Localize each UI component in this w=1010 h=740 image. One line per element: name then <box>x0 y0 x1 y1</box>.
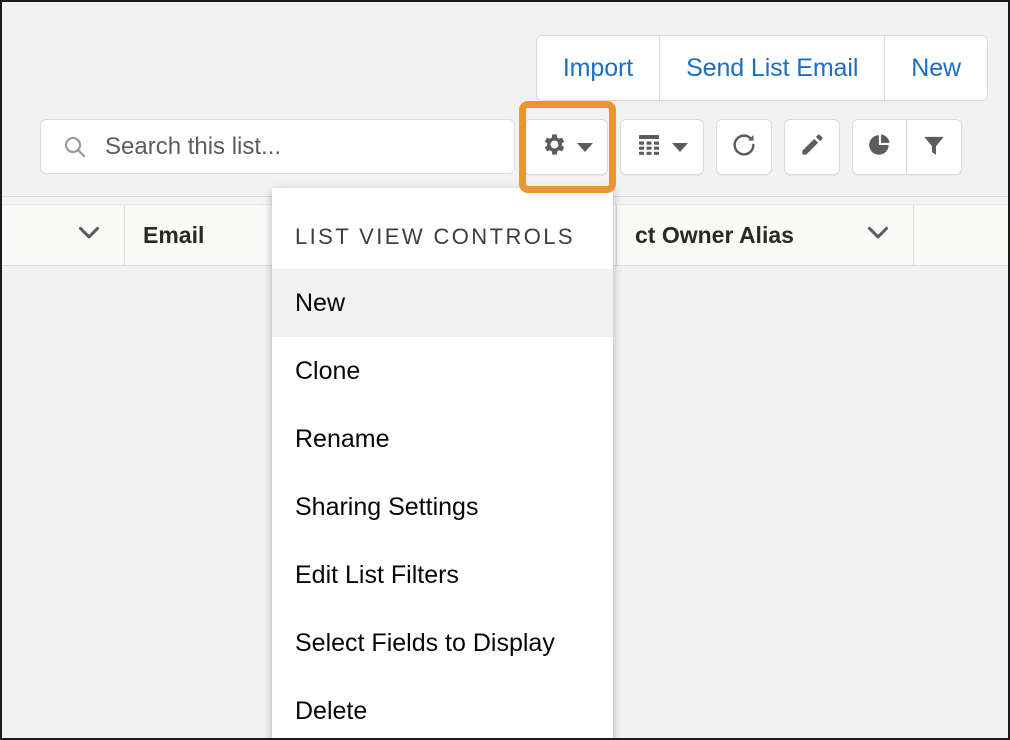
pencil-icon <box>799 131 826 163</box>
menu-item-edit-list-filters[interactable]: Edit List Filters <box>272 541 613 609</box>
menu-item-label: Select Fields to Display <box>295 628 555 657</box>
menu-item-clone[interactable]: Clone <box>272 337 613 405</box>
new-record-button[interactable]: New <box>885 36 987 100</box>
list-view-header: Import Send List Email New Search this l… <box>2 2 1008 196</box>
send-list-email-button[interactable]: Send List Email <box>660 36 886 100</box>
search-icon <box>63 135 87 159</box>
search-input[interactable]: Search this list... <box>40 119 515 174</box>
chart-filter-group <box>852 119 962 175</box>
chevron-down-icon <box>576 142 593 152</box>
menu-item-label: Edit List Filters <box>295 560 459 589</box>
charts-button[interactable] <box>853 120 907 174</box>
gear-icon <box>540 131 567 163</box>
menu-title: LIST VIEW CONTROLS <box>295 224 575 249</box>
header-action-group: Import Send List Email New <box>536 36 987 100</box>
menu-item-label: New <box>295 288 346 317</box>
column-label: ct Owner Alias <box>635 221 794 248</box>
trailing-column-header <box>914 205 1008 265</box>
app-window: Import Send List Email New Search this l… <box>0 0 1010 740</box>
column-label: Email <box>143 221 205 248</box>
list-view-controls-menu: LIST VIEW CONTROLS New Clone Rename Shar… <box>272 188 613 738</box>
refresh-icon <box>730 131 758 164</box>
select-all-column-header[interactable] <box>2 205 125 265</box>
menu-item-select-fields-to-display[interactable]: Select Fields to Display <box>272 609 613 677</box>
chevron-down-icon <box>672 142 688 152</box>
menu-item-rename[interactable]: Rename <box>272 405 613 473</box>
search-placeholder-text: Search this list... <box>105 132 282 160</box>
menu-item-sharing-settings[interactable]: Sharing Settings <box>272 473 613 541</box>
menu-item-label: Clone <box>295 356 361 385</box>
menu-item-label: Rename <box>295 424 390 453</box>
menu-item-delete[interactable]: Delete <box>272 677 613 738</box>
list-view-controls-button[interactable] <box>524 119 608 175</box>
edit-button[interactable] <box>784 119 840 175</box>
chevron-down-icon <box>72 215 106 255</box>
import-button[interactable]: Import <box>536 36 661 100</box>
account-owner-alias-column-header[interactable]: ct Owner Alias <box>617 205 914 265</box>
table-icon <box>636 132 662 163</box>
list-view-toolbar <box>524 119 962 175</box>
refresh-button[interactable] <box>716 119 772 175</box>
menu-item-label: Delete <box>295 696 368 725</box>
filter-button[interactable] <box>907 120 961 174</box>
funnel-icon <box>921 132 947 163</box>
menu-item-label: Sharing Settings <box>295 492 479 521</box>
pie-chart-icon <box>867 132 893 163</box>
display-as-button[interactable] <box>620 119 704 175</box>
chevron-down-icon <box>861 215 895 255</box>
menu-item-new[interactable]: New <box>272 269 613 337</box>
